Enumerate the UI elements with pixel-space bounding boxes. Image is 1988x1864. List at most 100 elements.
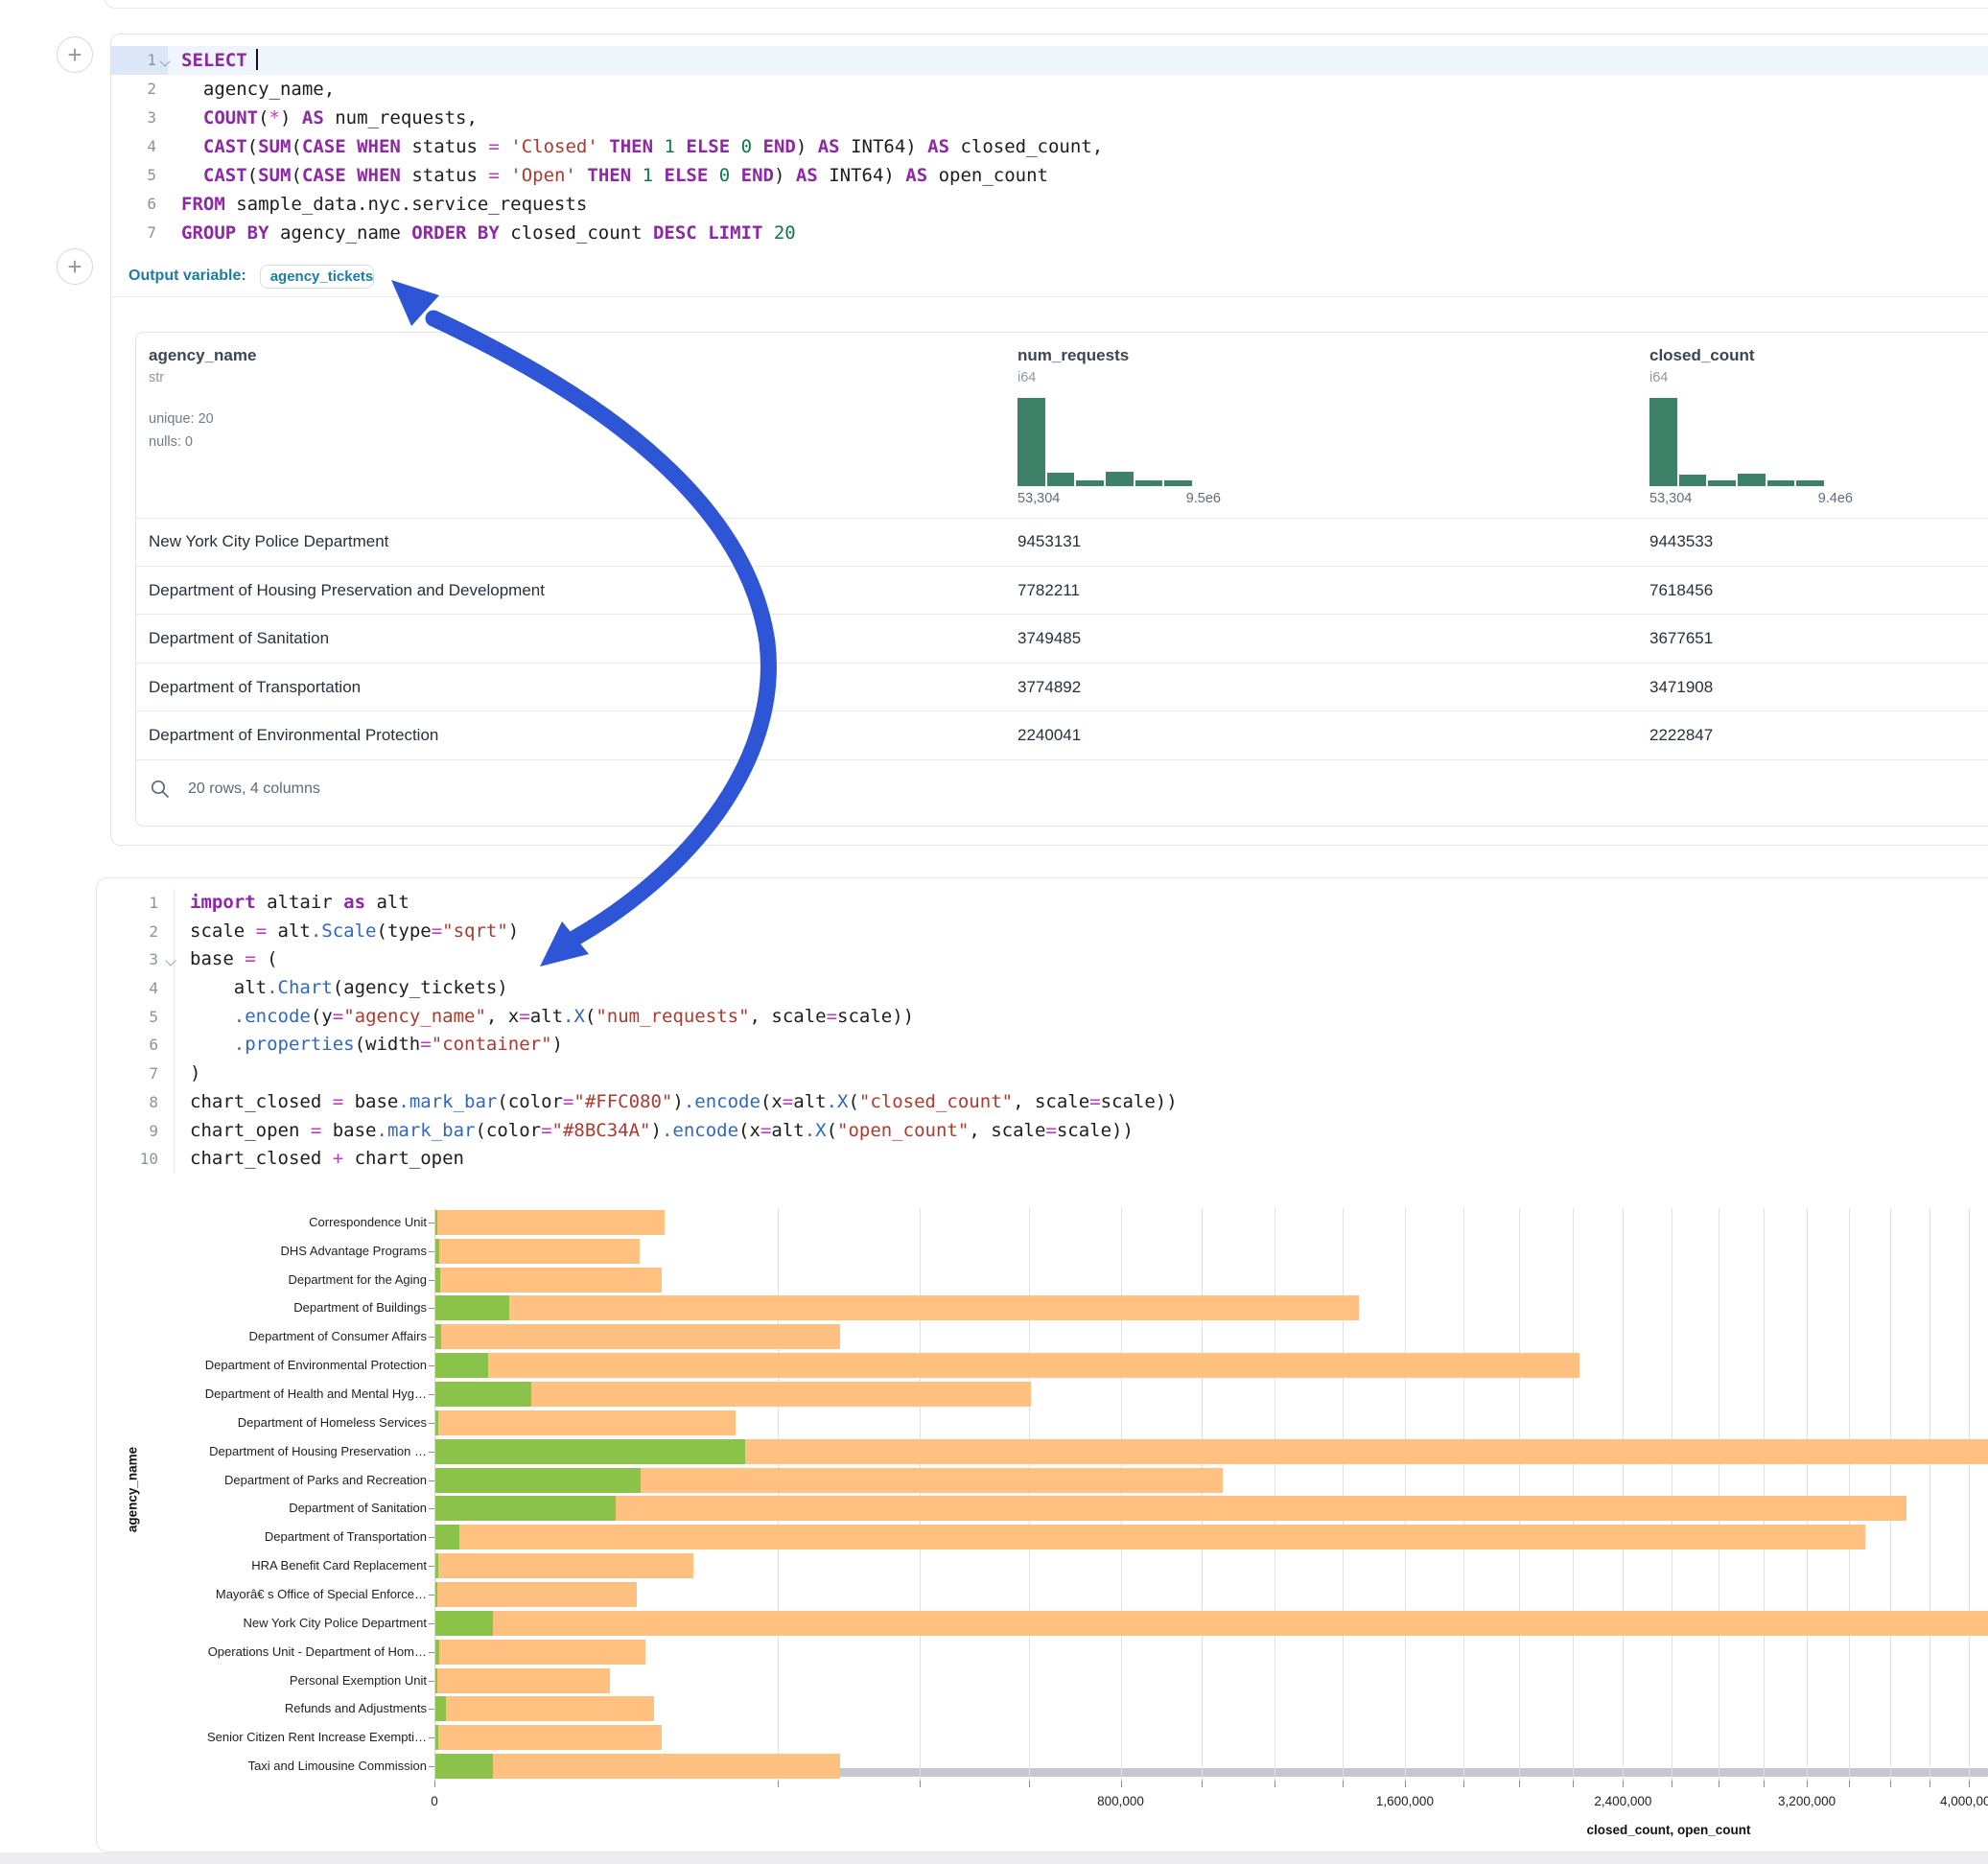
category-label: Department of Environmental Protection	[97, 1358, 427, 1373]
bar-closed-count	[435, 1611, 1988, 1636]
code-line[interactable]: 8chart_closed = base.mark_bar(color="#FF…	[97, 1088, 1988, 1117]
line-number: 4	[97, 974, 175, 1003]
text-cursor	[256, 49, 258, 70]
gridline	[1519, 1208, 1520, 1781]
code-line[interactable]: 3 COUNT(*) AS num_requests,	[111, 104, 1988, 132]
table-row[interactable]: Department of Transportation377489234719…	[136, 664, 1988, 712]
axis-tick	[1343, 1781, 1344, 1787]
search-icon[interactable]	[150, 779, 171, 800]
axis-tick-label: 2,400,000	[1565, 1794, 1680, 1808]
sql-editor[interactable]: 1SELECT2 agency_name,3 COUNT(*) AS num_r…	[111, 35, 1988, 263]
bar-open-count	[435, 1239, 439, 1264]
category-label: Department of Housing Preservation …	[97, 1444, 427, 1459]
histogram-min: 53,304	[1017, 491, 1060, 506]
result-table: agency_name str unique: 20nulls: 0 num_r…	[135, 332, 1988, 827]
add-cell-button-middle[interactable]: +	[57, 248, 93, 285]
axis-tick	[1573, 1781, 1574, 1787]
category-label: Refunds and Adjustments	[97, 1701, 427, 1716]
code-line[interactable]: 7)	[97, 1060, 1988, 1088]
bar-open-count	[435, 1324, 441, 1349]
axis-tick	[778, 1781, 779, 1787]
category-label: Department of Consumer Affairs	[97, 1329, 427, 1344]
code-line[interactable]: 4 alt.Chart(agency_tickets)	[97, 974, 1988, 1003]
table-cell: Department of Transportation	[149, 664, 361, 711]
bar-closed-count	[435, 1725, 662, 1750]
histogram-range: 53,304 9.4e6	[1649, 491, 1853, 506]
code-line[interactable]: 5 .encode(y="agency_name", x=alt.X("num_…	[97, 1003, 1988, 1032]
code-line[interactable]: 1import altair as alt	[97, 889, 1988, 918]
code-text: SELECT	[168, 46, 258, 75]
gridline	[1121, 1208, 1122, 1781]
bar-open-count	[435, 1353, 488, 1378]
bar-open-count	[435, 1696, 446, 1721]
output-variable-pill[interactable]: agency_tickets	[260, 265, 375, 289]
column-header-agency-name[interactable]: agency_name str unique: 20nulls: 0	[149, 346, 256, 454]
table-cell: 2240041	[1017, 711, 1081, 759]
histogram-bar	[1135, 480, 1163, 486]
category-label: Department of Parks and Recreation	[97, 1473, 427, 1488]
table-row[interactable]: Department of Sanitation37494853677651	[136, 615, 1988, 664]
bar-closed-count	[435, 1410, 736, 1435]
line-number: 7	[111, 219, 168, 247]
fold-chevron-icon[interactable]	[165, 956, 175, 967]
bar-open-count	[435, 1611, 493, 1636]
bar-open-count	[435, 1640, 439, 1665]
axis-tick	[429, 1537, 434, 1538]
histogram-bar	[1738, 474, 1766, 486]
column-header-num-requests[interactable]: num_requests i64 53,304 9.5e6	[1017, 346, 1221, 506]
table-cell: 3677651	[1649, 615, 1713, 663]
code-line[interactable]: 6 .properties(width="container")	[97, 1031, 1988, 1060]
gridline	[778, 1208, 779, 1781]
column-histogram	[1649, 398, 1824, 486]
chart-x-axis-title: closed_count, open_count	[1285, 1823, 1988, 1837]
bar-closed-count	[435, 1382, 1031, 1407]
code-line[interactable]: 4 CAST(SUM(CASE WHEN status = 'Closed' T…	[111, 132, 1988, 161]
code-line[interactable]: 7GROUP BY agency_name ORDER BY closed_co…	[111, 219, 1988, 247]
chart-horizontal-scrollbar[interactable]	[434, 1768, 1988, 1777]
bar-closed-count	[435, 1640, 645, 1665]
table-cell: 9443533	[1649, 518, 1713, 566]
axis-tick	[429, 1681, 434, 1682]
axis-tick	[429, 1365, 434, 1366]
histogram-min: 53,304	[1649, 491, 1692, 506]
code-line[interactable]: 2scale = alt.Scale(type="sqrt")	[97, 918, 1988, 946]
code-line[interactable]: 1SELECT	[111, 46, 1988, 75]
bar-closed-count	[435, 1468, 1223, 1493]
bar-closed-count	[435, 1696, 654, 1721]
line-number: 2	[111, 75, 168, 104]
add-cell-button-top[interactable]: +	[57, 36, 93, 73]
code-line[interactable]: 10chart_closed + chart_open	[97, 1145, 1988, 1174]
code-line[interactable]: 5 CAST(SUM(CASE WHEN status = 'Open' THE…	[111, 161, 1988, 190]
column-type: str	[149, 370, 256, 385]
gridline	[1623, 1208, 1624, 1781]
table-row[interactable]: New York City Police Department945313194…	[136, 518, 1988, 567]
histogram-bar	[1047, 473, 1075, 486]
table-row[interactable]: Department of Environmental Protection22…	[136, 711, 1988, 760]
code-text: chart_closed + chart_open	[175, 1145, 464, 1174]
sql-cell: 1SELECT2 agency_name,3 COUNT(*) AS num_r…	[110, 34, 1988, 846]
code-line[interactable]: 2 agency_name,	[111, 75, 1988, 104]
table-cell: 7618456	[1649, 567, 1713, 615]
column-name: closed_count	[1649, 346, 1853, 365]
code-text: FROM sample_data.nyc.service_requests	[168, 190, 587, 219]
python-editor[interactable]: 1import altair as alt2scale = alt.Scale(…	[97, 878, 1988, 1177]
bar-closed-count	[435, 1553, 693, 1578]
category-label: New York City Police Department	[97, 1616, 427, 1631]
table-row[interactable]: Department of Housing Preservation and D…	[136, 567, 1988, 616]
code-line[interactable]: 3base = (	[97, 945, 1988, 974]
bar-open-count	[435, 1582, 437, 1607]
category-label: Department of Health and Mental Hyg…	[97, 1386, 427, 1402]
axis-tick	[429, 1280, 434, 1281]
code-text: chart_closed = base.mark_bar(color="#FFC…	[175, 1088, 1178, 1117]
column-stats: unique: 20nulls: 0	[149, 408, 256, 454]
axis-tick	[1519, 1781, 1520, 1787]
code-line[interactable]: 9chart_open = base.mark_bar(color="#8BC3…	[97, 1117, 1988, 1146]
table-cell: Department of Sanitation	[149, 615, 329, 663]
code-line[interactable]: 6FROM sample_data.nyc.service_requests	[111, 190, 1988, 219]
histogram-bar	[1679, 475, 1707, 486]
axis-tick	[429, 1566, 434, 1567]
histogram-range: 53,304 9.5e6	[1017, 491, 1221, 506]
line-number: 5	[97, 1003, 175, 1032]
column-header-closed-count[interactable]: closed_count i64 53,304 9.4e6	[1649, 346, 1853, 506]
notebook-page: + + 1SELECT2 agency_name,3 COUNT(*) AS n…	[0, 0, 1988, 1864]
